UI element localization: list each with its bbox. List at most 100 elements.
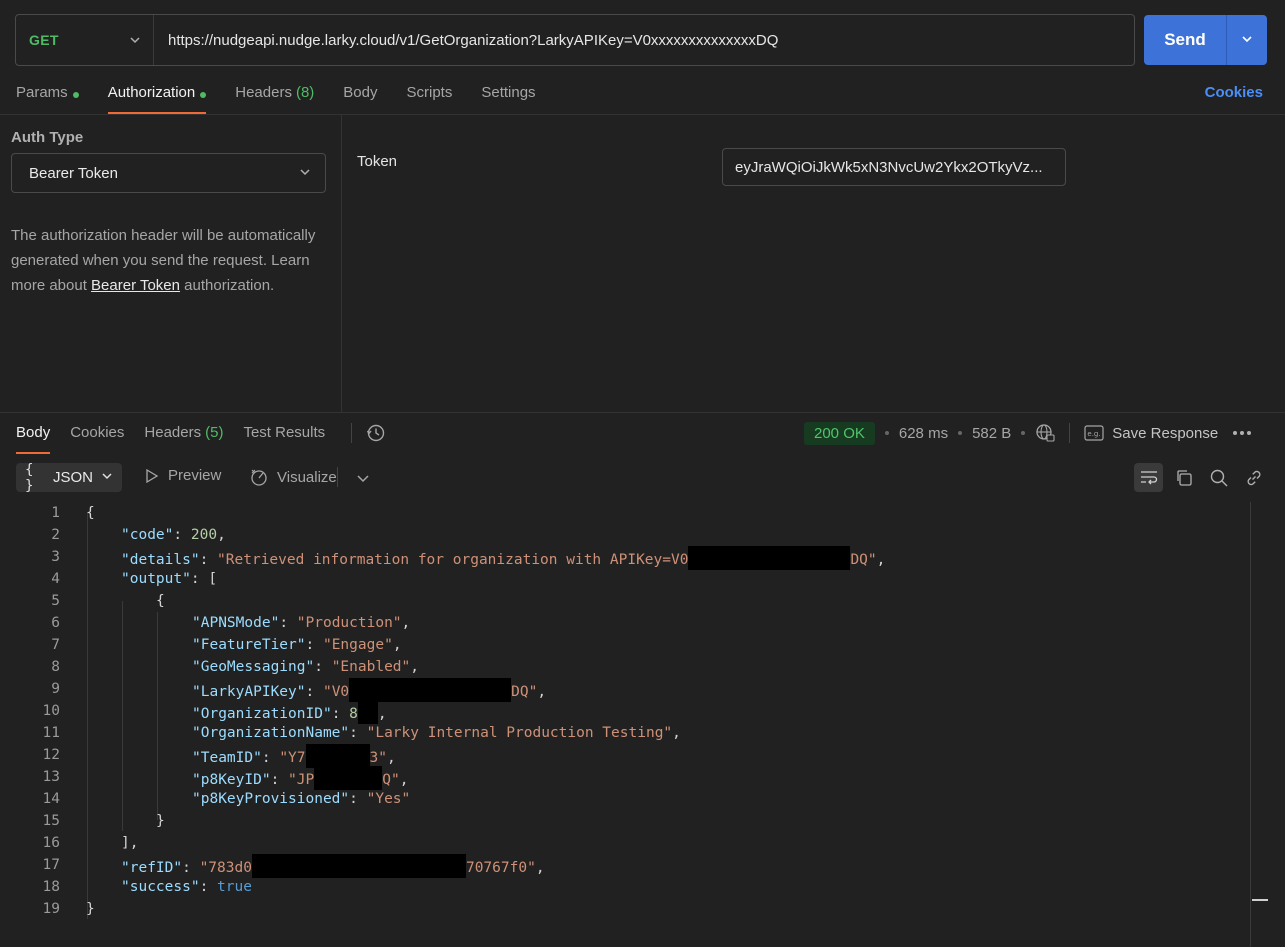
tab-params[interactable]: Params [16,82,79,114]
line-number: 8 [51,659,60,675]
body-tools [1134,463,1274,492]
code-line: 18 "success": true [0,876,1250,898]
network-globe-icon[interactable] [1035,423,1055,443]
separator-dot [958,431,963,435]
json-string: "V0 [322,684,350,700]
json-key: "GeoMessaging" [192,659,315,675]
tab-label: Scripts [406,84,453,101]
send-button[interactable]: Send [1144,15,1227,65]
send-options-button[interactable] [1227,15,1267,65]
token-input[interactable] [722,148,1066,186]
tab-authorization[interactable]: Authorization [107,82,207,114]
tab-body[interactable]: Body [343,82,377,114]
json-string: 70767f0" [465,860,536,876]
json-string: "Retrieved information for organization … [217,552,689,568]
more-options-icon[interactable] [1233,431,1252,435]
visualize-label: Visualize [277,468,337,486]
chevron-down-icon[interactable] [356,471,370,488]
method-label: GET [29,32,59,48]
format-select[interactable]: { } JSON [16,461,122,494]
wrap-lines-icon[interactable] [1134,463,1163,492]
separator [337,467,338,487]
json-number: 8 [349,706,358,722]
code-line: 15} [0,810,1250,832]
tab-label: Cookies [70,424,125,441]
line-number: 18 [42,879,60,895]
code-line: 12 "TeamID": "Y7 3", [0,744,1250,768]
json-string: DQ" [850,552,877,568]
json-string: DQ" [511,684,538,700]
json-number: 200 [190,527,218,543]
response-time[interactable]: 628 ms [899,425,948,442]
auth-type-label: Auth Type [11,129,84,146]
tab-scripts[interactable]: Scripts [407,82,453,114]
chevron-down-icon [299,165,311,182]
code-text: "APNSMode": "Production", [192,615,411,631]
tab-label: Params [16,84,68,101]
json-string: "Larky Internal Production Testing" [366,725,673,741]
json-string: "JP [288,772,315,788]
line-number: 2 [51,527,60,543]
save-response-button[interactable]: e.g. Save Response [1084,425,1218,442]
headers-count: (8) [295,84,315,101]
code-line: 2 "code": 200, [0,524,1250,546]
send-button-group: Send [1144,15,1267,65]
request-tabs: Params Authorization Headers (8) Body Scr… [16,82,565,114]
line-number: 5 [51,593,60,609]
format-label: JSON [52,469,93,486]
response-body-editor[interactable]: 1{ 2 "code": 200, 3 "details": "Retrieved … [0,502,1250,932]
json-key: "success" [121,879,200,895]
tab-response-cookies[interactable]: Cookies [70,422,124,454]
braces-icon: { } [25,461,34,494]
json-string: 3" [369,750,387,766]
code-text: "output": [ [121,571,218,587]
chevron-down-icon [101,469,113,486]
json-string: "783d0 [199,860,252,876]
line-number: 4 [51,571,60,587]
method-select[interactable]: GET [16,15,154,65]
url-input[interactable] [154,15,1134,65]
bearer-token-link[interactable]: Bearer Token [91,277,180,294]
code-line: 13 "p8KeyID": "JP Q", [0,766,1250,790]
code-line: 1{ [0,502,1250,524]
tab-label: Headers [235,84,292,101]
scrollbar-track[interactable] [1250,502,1251,947]
preview-button[interactable]: Preview [145,467,221,484]
code-text: "FeatureTier": "Engage", [192,637,402,653]
line-number: 6 [51,615,60,631]
visualize-button[interactable]: Visualize [249,467,337,487]
history-icon[interactable] [366,423,386,443]
response-status-bar: 200 OK 628 ms 582 B e.g. Save Response [804,421,1252,445]
tab-settings[interactable]: Settings [481,82,535,114]
token-label: Token [357,153,398,170]
response-tabs: Body Cookies Headers (5) Test Results [16,422,345,454]
json-key: "output" [121,571,191,587]
line-number: 12 [42,747,60,763]
tab-headers[interactable]: Headers (8) [235,82,314,114]
tab-test-results[interactable]: Test Results [243,422,325,454]
json-key: "refID" [121,860,183,876]
code-line: 17 "refID": "783d0 70767f0", [0,854,1250,878]
tab-response-headers[interactable]: Headers (5) [144,422,223,454]
code-text: } [156,813,165,829]
link-icon[interactable] [1239,463,1268,492]
code-line: 14 "p8KeyProvisioned": "Yes" [0,788,1250,810]
code-text: "GeoMessaging": "Enabled", [192,659,419,675]
json-string: "Production" [296,615,402,631]
response-size[interactable]: 582 B [972,425,1011,442]
tab-response-body[interactable]: Body [16,422,51,454]
tab-label: Body [343,84,378,101]
status-badge[interactable]: 200 OK [804,421,875,445]
cookies-link[interactable]: Cookies [1205,84,1263,101]
search-icon[interactable] [1204,463,1233,492]
scrollbar-thumb[interactable] [1252,899,1268,901]
url-bar: GET [15,14,1135,66]
line-number: 19 [42,901,60,917]
preview-label: Preview [168,467,222,484]
copy-icon[interactable] [1169,463,1198,492]
json-string: "Engage" [322,637,393,653]
chevron-down-icon [1241,32,1253,49]
auth-type-select[interactable]: Bearer Token [11,153,326,193]
code-text: { [156,593,165,609]
separator-dot [884,431,889,435]
